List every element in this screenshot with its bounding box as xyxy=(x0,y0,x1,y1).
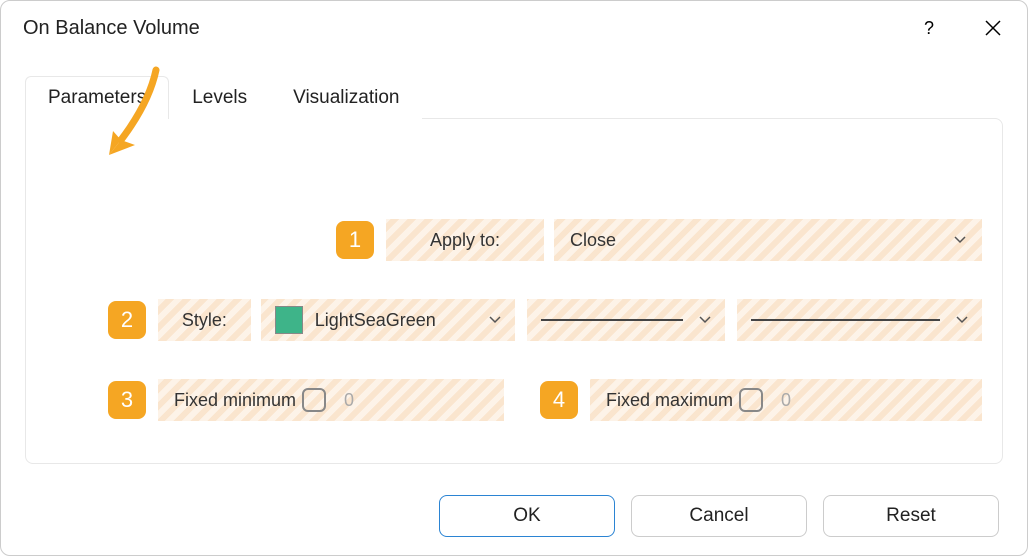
title-controls: ? xyxy=(917,16,1005,40)
fixed-max-block: Fixed maximum 0 xyxy=(590,379,982,421)
fixed-min-value: 0 xyxy=(344,390,354,411)
row-minmax: 3 Fixed minimum 0 4 Fixed maximum 0 xyxy=(108,379,982,421)
tab-levels[interactable]: Levels xyxy=(169,76,270,119)
apply-to-value: Close xyxy=(570,230,616,251)
fixed-min-checkbox[interactable] xyxy=(302,388,326,412)
annotation-badge-3: 3 xyxy=(108,381,146,419)
chevron-down-icon xyxy=(954,236,966,244)
tab-visualization[interactable]: Visualization xyxy=(270,76,422,119)
window-title: On Balance Volume xyxy=(23,17,200,40)
row-apply-to: 1 Apply to: Close xyxy=(336,219,982,261)
style-label-block: Style: xyxy=(158,299,251,341)
dialog-buttons: OK Cancel Reset xyxy=(439,495,999,537)
dialog-window: On Balance Volume ? Parameters Levels Vi… xyxy=(0,0,1028,556)
line-width-select[interactable] xyxy=(737,299,982,341)
annotation-badge-1: 1 xyxy=(336,221,374,259)
line-style-preview xyxy=(541,319,683,321)
fixed-min-block: Fixed minimum 0 xyxy=(158,379,504,421)
fixed-max-label: Fixed maximum xyxy=(606,390,733,411)
color-swatch xyxy=(275,306,303,334)
apply-to-label: Apply to: xyxy=(430,230,500,251)
apply-to-label-block: Apply to: xyxy=(386,219,544,261)
apply-to-select[interactable]: Close xyxy=(554,219,982,261)
fixed-min-label: Fixed minimum xyxy=(174,390,296,411)
tabs: Parameters Levels Visualization xyxy=(25,75,1003,118)
annotation-badge-4: 4 xyxy=(540,381,578,419)
color-select[interactable]: LightSeaGreen xyxy=(261,299,516,341)
chevron-down-icon xyxy=(956,316,968,324)
chevron-down-icon xyxy=(699,316,711,324)
ok-button[interactable]: OK xyxy=(439,495,615,537)
tab-content-parameters: 1 Apply to: Close 2 Style: LightSeaGree xyxy=(25,118,1003,464)
line-width-preview xyxy=(751,319,940,321)
annotation-badge-2: 2 xyxy=(108,301,146,339)
color-name: LightSeaGreen xyxy=(315,310,436,331)
titlebar: On Balance Volume ? xyxy=(1,1,1027,55)
fixed-max-value: 0 xyxy=(781,390,791,411)
chevron-down-icon xyxy=(489,316,501,324)
row-style: 2 Style: LightSeaGreen xyxy=(108,299,982,341)
help-icon[interactable]: ? xyxy=(917,16,941,40)
cancel-button[interactable]: Cancel xyxy=(631,495,807,537)
style-label: Style: xyxy=(182,310,227,331)
reset-button[interactable]: Reset xyxy=(823,495,999,537)
tabs-container: Parameters Levels Visualization 1 Apply … xyxy=(25,75,1003,464)
line-style-select[interactable] xyxy=(527,299,725,341)
fixed-max-checkbox[interactable] xyxy=(739,388,763,412)
tab-parameters[interactable]: Parameters xyxy=(25,76,169,119)
close-icon[interactable] xyxy=(981,16,1005,40)
